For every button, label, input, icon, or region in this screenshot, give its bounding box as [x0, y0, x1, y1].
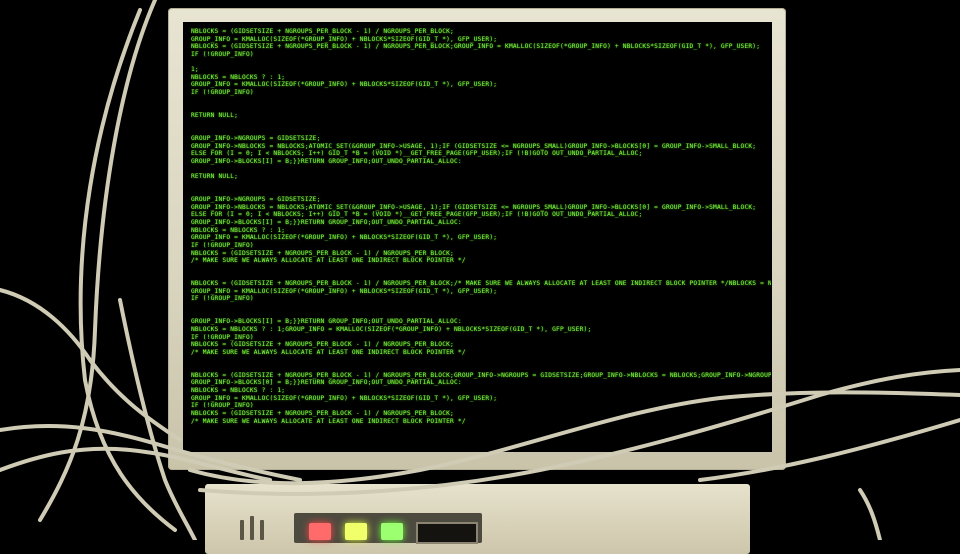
terminal-line: NBLOCKS = NBLOCKS ? : 1;	[191, 387, 286, 395]
terminal-line: /* MAKE SURE WE ALWAYS ALLOCATE AT LEAST…	[191, 417, 466, 425]
terminal-line: NBLOCKS = (GIDSETSIZE + NGROUPS_PER_BLOC…	[191, 371, 771, 379]
terminal-line: IF (!GROUP_INFO)	[191, 295, 254, 303]
terminal-line: GROUP_INFO->NBLOCKS = NBLOCKS;ATOMIC_SET…	[191, 203, 757, 211]
cable	[78, 8, 177, 532]
terminal-line: GROUP_INFO->NBLOCKS = NBLOCKS;ATOMIC_SET…	[191, 142, 757, 150]
terminal-line: IF (!GROUP_INFO)	[191, 333, 254, 341]
terminal-line: GROUP_INFO = KMALLOC(SIZEOF(*GROUP_INFO)…	[191, 234, 498, 242]
terminal-line: GROUP_INFO->NGROUPS = GIDSETSIZE;	[191, 134, 321, 142]
terminal-line: GROUP_INFO->NGROUPS = GIDSETSIZE;	[191, 196, 321, 204]
terminal-line: GROUP_INFO = KMALLOC(SIZEOF(*GROUP_INFO)…	[191, 287, 498, 295]
green-led-icon	[381, 523, 403, 540]
terminal-line: /* MAKE SURE WE ALWAYS ALLOCATE AT LEAST…	[191, 257, 466, 265]
terminal-line: GROUP_INFO->BLOCKS[I] = B;}}RETURN GROUP…	[191, 219, 462, 227]
terminal-ghost-text	[540, 42, 760, 81]
terminal-line: GROUP_INFO->BLOCKS[I] = B;}}RETURN GROUP…	[191, 318, 462, 326]
terminal-line: ELSE FOR (I = 0; I < NBLOCKS; I++) GID_T…	[191, 150, 643, 158]
terminal-line: GROUP_INFO = KMALLOC(SIZEOF(*GROUP_INFO)…	[191, 81, 498, 89]
terminal-line: GROUP_INFO = KMALLOC(SIZEOF(*GROUP_INFO)…	[191, 394, 498, 402]
terminal-line: NBLOCKS = (GIDSETSIZE + NGROUPS_PER_BLOC…	[191, 28, 454, 35]
terminal-line: RETURN NULL;	[191, 112, 239, 120]
terminal-code: NBLOCKS = (GIDSETSIZE + NGROUPS_PER_BLOC…	[191, 28, 771, 425]
terminal-line: NBLOCKS = NBLOCKS ? : 1;	[191, 226, 286, 234]
terminal-line: NBLOCKS = NBLOCKS ? : 1;GROUP_INFO = KMA…	[191, 325, 592, 333]
terminal-line: NBLOCKS = (GIDSETSIZE + NGROUPS_PER_BLOC…	[191, 249, 454, 257]
terminal-line: GROUP_INFO->BLOCKS[I] = B;}}RETURN GROUP…	[191, 157, 462, 165]
cable	[38, 0, 157, 522]
terminal-line: IF (!GROUP_INFO)	[191, 402, 254, 410]
terminal-line: NBLOCKS = (GIDSETSIZE + NGROUPS_PER_BLOC…	[191, 410, 454, 418]
terminal-line: NBLOCKS = (GIDSETSIZE + NGROUPS_PER_BLOC…	[191, 341, 454, 349]
terminal-line: GROUP_INFO->BLOCKS[0] = B;}}RETURN GROUP…	[191, 379, 462, 387]
terminal-line: IF (!GROUP_INFO)	[191, 89, 254, 97]
cable	[0, 288, 182, 442]
terminal-screen: NBLOCKS = (GIDSETSIZE + NGROUPS_PER_BLOC…	[183, 22, 772, 452]
terminal-line: ELSE FOR (I = 0; I < NBLOCKS; I++) GID_T…	[191, 211, 643, 219]
drive-slot	[416, 522, 478, 544]
terminal-line: /* MAKE SURE WE ALWAYS ALLOCATE AT LEAST…	[191, 348, 466, 356]
yellow-led-icon	[345, 523, 367, 540]
terminal-line: NBLOCKS = (GIDSETSIZE + NGROUPS_PER_BLOC…	[191, 280, 771, 288]
terminal-line: IF (!GROUP_INFO)	[191, 241, 254, 249]
cable	[858, 488, 882, 540]
scene: NBLOCKS = (GIDSETSIZE + NGROUPS_PER_BLOC…	[0, 0, 960, 554]
red-led-icon	[309, 523, 331, 540]
terminal-line: RETURN NULL;	[191, 173, 239, 181]
